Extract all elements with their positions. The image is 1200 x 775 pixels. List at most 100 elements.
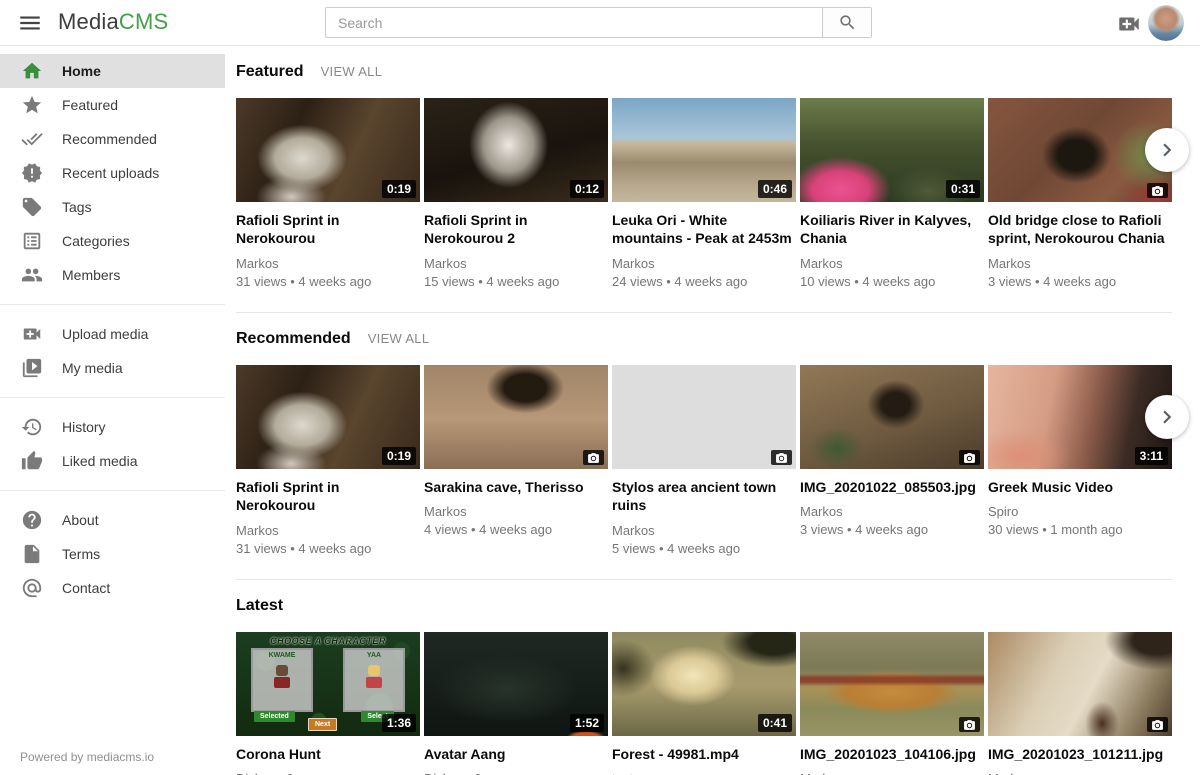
media-author[interactable]: Markos <box>612 256 796 271</box>
media-card: 0:41Forest - 49981.mp4test17 views • 3 w… <box>612 632 796 775</box>
media-title[interactable]: Greek Music Video <box>988 478 1172 496</box>
media-card: IMG_20201022_085503.jpgMarkos3 views • 4… <box>800 365 984 556</box>
search-input[interactable] <box>325 7 822 38</box>
scroll-next-button[interactable] <box>1145 395 1189 439</box>
media-title[interactable]: Stylos area ancient town ruins <box>612 478 796 515</box>
media-thumbnail[interactable] <box>424 365 608 469</box>
character-sprite <box>366 665 382 689</box>
media-author[interactable]: Markos <box>800 256 984 271</box>
media-title[interactable]: Rafioli Sprint in Nerokourou <box>236 478 420 515</box>
sidebar-item-upload-media[interactable]: Upload media <box>0 317 225 351</box>
document-icon <box>21 543 43 565</box>
camera-icon <box>587 452 600 465</box>
media-thumbnail[interactable] <box>988 632 1172 736</box>
media-author[interactable]: Markos <box>988 771 1172 775</box>
sidebar-item-tags[interactable]: Tags <box>0 190 225 224</box>
section-recommended: RecommendedVIEW ALL 0:19 Rafioli Sprint in… <box>236 313 1172 580</box>
character-box-left: KWAME <box>251 648 313 712</box>
media-thumbnail[interactable]: 0:19 <box>236 365 420 469</box>
view-all-link[interactable]: VIEW ALL <box>321 64 383 79</box>
photo-type-badge <box>771 450 792 465</box>
media-title[interactable]: Corona Hunt <box>236 745 420 763</box>
sidebar-item-liked-media[interactable]: Liked media <box>0 444 225 478</box>
sidebar-item-categories[interactable]: Categories <box>0 224 225 258</box>
camera-icon <box>1151 719 1164 732</box>
media-title[interactable]: Koiliaris River in Kalyves, Chania <box>800 211 984 248</box>
media-thumbnail[interactable] <box>800 632 984 736</box>
character-sprite <box>274 665 290 689</box>
media-views-date: 24 views • 4 weeks ago <box>612 274 796 289</box>
section-header: RecommendedVIEW ALL <box>236 330 1172 348</box>
chevron-right-icon <box>1154 404 1180 430</box>
media-title[interactable]: IMG_20201022_085503.jpg <box>800 478 984 496</box>
sidebar-group-3: History Liked media <box>0 397 225 490</box>
sidebar-item-terms[interactable]: Terms <box>0 537 225 571</box>
media-views-date: 30 views • 1 month ago <box>988 522 1172 537</box>
sidebar-item-recommended[interactable]: Recommended <box>0 122 225 156</box>
sidebar-item-about[interactable]: About <box>0 503 225 537</box>
game-selected-button: Selected <box>254 711 295 722</box>
media-author[interactable]: Markos <box>424 504 608 519</box>
hamburger-menu-button[interactable] <box>17 10 43 36</box>
sidebar-item-featured[interactable]: Featured <box>0 88 225 122</box>
upload-media-button[interactable] <box>1116 11 1142 35</box>
search-button[interactable] <box>822 7 872 38</box>
media-title[interactable]: IMG_20201023_104106.jpg <box>800 745 984 763</box>
sidebar-item-home[interactable]: Home <box>0 54 225 88</box>
media-card: 1:52Avatar AangDickson Jr.12 views • 1 w… <box>424 632 608 775</box>
media-thumbnail[interactable]: CHOOSE A CHARACTERKWAMEYAASelectedNextSe… <box>236 632 420 736</box>
media-author[interactable]: test <box>612 771 796 775</box>
media-author[interactable]: Dickson Jr. <box>424 771 608 775</box>
media-title[interactable]: Old bridge close to Rafioli sprint, Nero… <box>988 211 1172 248</box>
media-author[interactable]: Dickson Jr. <box>236 771 420 775</box>
media-title[interactable]: Rafioli Sprint in Nerokourou <box>236 211 420 248</box>
media-title[interactable]: Forest - 49981.mp4 <box>612 745 796 763</box>
camera-icon <box>963 719 976 732</box>
sidebar-item-history[interactable]: History <box>0 410 225 444</box>
media-author[interactable]: Markos <box>236 256 420 271</box>
media-thumbnail[interactable]: 0:12 <box>424 98 608 202</box>
media-thumbnail[interactable]: 0:19 <box>236 98 420 202</box>
search-icon <box>838 13 857 32</box>
media-card: Stylos area ancient town ruinsMarkos5 vi… <box>612 365 796 556</box>
media-author[interactable]: Markos <box>988 256 1172 271</box>
media-thumbnail[interactable]: 1:52 <box>424 632 608 736</box>
sidebar-item-recent-uploads[interactable]: Recent uploads <box>0 156 225 190</box>
media-title[interactable]: Leuka Ori - White mountains - Peak at 24… <box>612 211 796 248</box>
media-thumbnail[interactable]: 0:41 <box>612 632 796 736</box>
sidebar-item-my-media[interactable]: My media <box>0 351 225 385</box>
media-author[interactable]: Markos <box>800 771 984 775</box>
section-header: Latest <box>236 597 1172 615</box>
logo[interactable]: MediaCMS <box>58 9 168 35</box>
sidebar-item-label: Liked media <box>62 453 138 469</box>
media-author[interactable]: Spiro <box>988 504 1172 519</box>
sidebar-item-members[interactable]: Members <box>0 258 225 292</box>
sidebar-item-label: Terms <box>62 546 100 562</box>
media-row: CHOOSE A CHARACTERKWAMEYAASelectedNextSe… <box>236 632 1172 775</box>
media-title[interactable]: IMG_20201023_101211.jpg <box>988 745 1172 763</box>
media-thumbnail[interactable] <box>612 365 796 469</box>
video-call-icon <box>1116 11 1142 37</box>
at-icon <box>21 577 43 599</box>
logo-media-text: Media <box>58 9 119 34</box>
duration-badge: 3:11 <box>1135 447 1168 465</box>
media-title[interactable]: Rafioli Sprint in Nerokourou 2 <box>424 211 608 248</box>
view-all-link[interactable]: VIEW ALL <box>368 331 430 346</box>
media-author[interactable]: Markos <box>236 523 420 538</box>
media-thumbnail[interactable]: 0:31 <box>800 98 984 202</box>
media-title[interactable]: Sarakina cave, Therisso <box>424 478 608 496</box>
media-title[interactable]: Avatar Aang <box>424 745 608 763</box>
sidebar-group-4: About Terms Contact <box>0 490 225 617</box>
media-author[interactable]: Markos <box>424 256 608 271</box>
media-thumbnail[interactable]: 0:46 <box>612 98 796 202</box>
media-author[interactable]: Markos <box>800 504 984 519</box>
sidebar-item-contact[interactable]: Contact <box>0 571 225 605</box>
chevron-right-icon <box>1154 137 1180 163</box>
camera-icon <box>775 452 788 465</box>
media-views-date: 10 views • 4 weeks ago <box>800 274 984 289</box>
media-thumbnail[interactable] <box>800 365 984 469</box>
scroll-next-button[interactable] <box>1145 128 1189 172</box>
user-menu-button[interactable] <box>1148 5 1184 41</box>
media-row: 0:19Rafioli Sprint in NerokourouMarkos31… <box>236 98 1172 289</box>
media-author[interactable]: Markos <box>612 523 796 538</box>
